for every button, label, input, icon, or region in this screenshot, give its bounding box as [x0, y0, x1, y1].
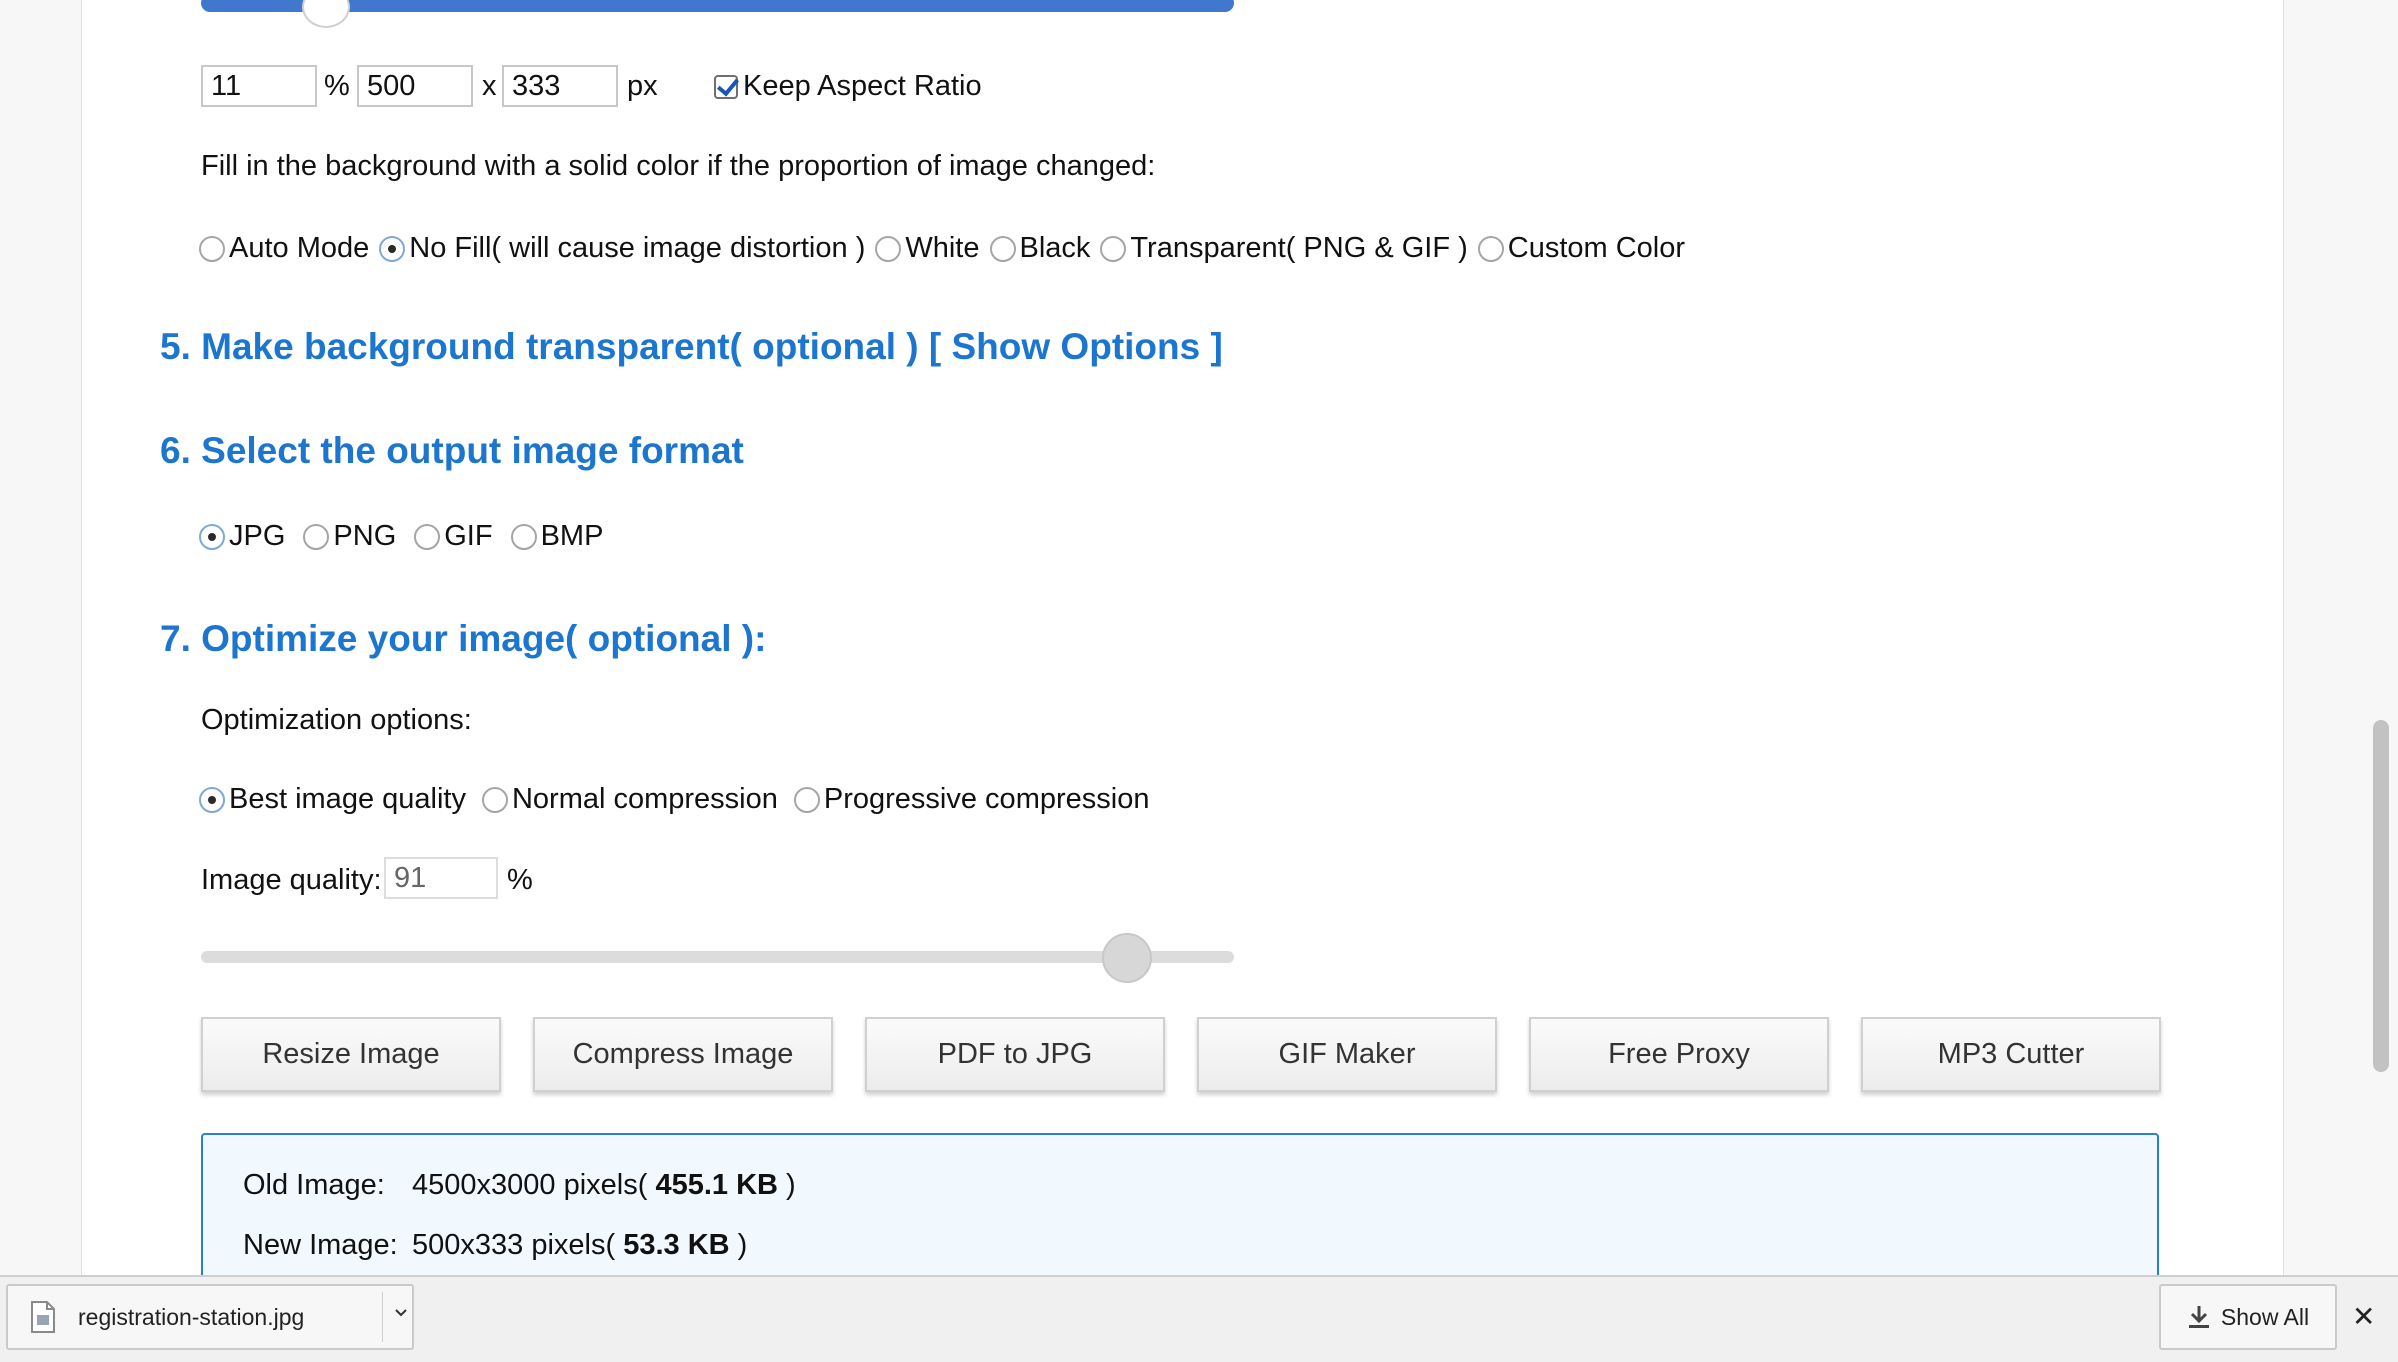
old-image-row: Old Image: 4500x3000 pixels( 455.1 KB ): [243, 1169, 796, 1202]
fill-options: Auto Mode No Fill( will cause image dist…: [199, 232, 1695, 265]
download-filename: registration-station.jpg: [78, 1304, 305, 1330]
fill-option-auto[interactable]: Auto Mode: [199, 232, 369, 265]
format-bmp[interactable]: BMP: [510, 520, 603, 553]
opt-best-quality[interactable]: Best image quality: [199, 783, 466, 816]
new-image-label: New Image:: [243, 1229, 398, 1261]
radio-icon[interactable]: [793, 786, 820, 813]
compress-image-button[interactable]: Compress Image: [533, 1017, 833, 1092]
percent-sign: %: [324, 70, 350, 102]
times-sign: x: [482, 70, 497, 102]
file-icon: [31, 1301, 55, 1333]
free-proxy-button[interactable]: Free Proxy: [1529, 1017, 1829, 1092]
radio-icon[interactable]: [414, 523, 441, 550]
resize-image-button[interactable]: Resize Image: [201, 1017, 501, 1092]
fill-option-black[interactable]: Black: [989, 232, 1090, 265]
radio-icon[interactable]: [199, 235, 225, 262]
close-download-bar-icon[interactable]: ✕: [2352, 1300, 2375, 1333]
divider: [382, 1292, 383, 1342]
quality-slider-thumb[interactable]: [1102, 933, 1152, 983]
old-image-label: Old Image:: [243, 1169, 385, 1201]
fill-option-custom[interactable]: Custom Color: [1477, 232, 1685, 265]
format-options: JPG PNG GIF BMP: [199, 520, 613, 553]
old-image-value: 4500x3000 pixels( 455.1 KB ): [412, 1169, 796, 1201]
chevron-down-icon[interactable]: [394, 1308, 408, 1318]
show-options-link[interactable]: [ Show Options ]: [929, 326, 1223, 367]
height-input[interactable]: [502, 65, 618, 107]
width-input[interactable]: [357, 65, 473, 107]
quality-slider-track[interactable]: [201, 951, 1234, 963]
radio-selected-icon[interactable]: [379, 235, 406, 262]
fill-option-transparent[interactable]: Transparent( PNG & GIF ): [1100, 232, 1468, 265]
radio-selected-icon[interactable]: [199, 523, 225, 550]
radio-selected-icon[interactable]: [199, 786, 225, 813]
format-gif[interactable]: GIF: [414, 520, 493, 553]
mp3-cutter-button[interactable]: MP3 Cutter: [1861, 1017, 2161, 1092]
gif-maker-button[interactable]: GIF Maker: [1197, 1017, 1497, 1092]
format-jpg[interactable]: JPG: [199, 520, 285, 553]
fill-option-white[interactable]: White: [875, 232, 980, 265]
fill-option-nofill[interactable]: No Fill( will cause image distortion ): [379, 232, 865, 265]
percent-input[interactable]: [201, 65, 317, 107]
format-png[interactable]: PNG: [303, 520, 396, 553]
section-7-heading: 7. Optimize your image( optional ):: [160, 618, 767, 659]
download-icon: [2188, 1306, 2209, 1328]
quality-label: Image quality:: [201, 864, 382, 896]
optimization-label: Optimization options:: [201, 704, 472, 736]
show-all-button[interactable]: Show All: [2159, 1284, 2337, 1350]
section-5-heading: 5. Make background transparent( optional…: [160, 326, 1223, 367]
radio-icon[interactable]: [481, 786, 508, 813]
fill-prompt: Fill in the background with a solid colo…: [201, 150, 1156, 182]
optimization-options: Best image quality Normal compression Pr…: [199, 783, 1159, 816]
opt-progressive-compression[interactable]: Progressive compression: [793, 783, 1149, 816]
keep-aspect-checkbox[interactable]: [714, 75, 738, 99]
radio-icon[interactable]: [875, 235, 902, 262]
radio-icon[interactable]: [510, 523, 537, 550]
new-image-value: 500x333 pixels( 53.3 KB ): [412, 1229, 748, 1261]
section-6-heading: 6. Select the output image format: [160, 430, 744, 471]
radio-icon[interactable]: [303, 523, 330, 550]
download-item[interactable]: registration-station.jpg: [6, 1284, 414, 1350]
pdf-to-jpg-button[interactable]: PDF to JPG: [865, 1017, 1165, 1092]
quality-unit: %: [507, 864, 533, 896]
quality-input[interactable]: [384, 857, 498, 899]
new-image-row: New Image: 500x333 pixels( 53.3 KB ): [243, 1229, 747, 1262]
radio-icon[interactable]: [1477, 235, 1504, 262]
new-image-size: 53.3 KB: [623, 1229, 730, 1261]
opt-normal-compression[interactable]: Normal compression: [481, 783, 778, 816]
radio-icon[interactable]: [989, 235, 1016, 262]
radio-icon[interactable]: [1100, 235, 1127, 262]
page-scrollbar-thumb[interactable]: [2373, 720, 2389, 1072]
keep-aspect-label: Keep Aspect Ratio: [743, 70, 982, 102]
old-image-size: 455.1 KB: [655, 1169, 778, 1201]
px-unit: px: [627, 70, 658, 102]
resize-slider-track[interactable]: [201, 0, 1234, 12]
